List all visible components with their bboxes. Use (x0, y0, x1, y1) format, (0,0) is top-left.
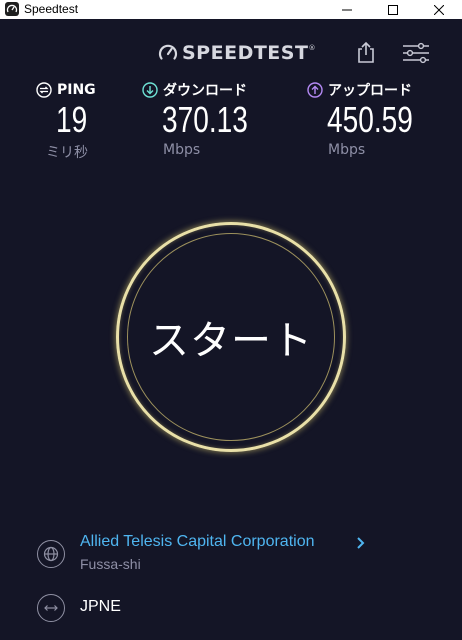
settings-button[interactable] (402, 42, 430, 64)
sliders-icon (403, 42, 429, 64)
download-unit: Mbps (163, 142, 201, 158)
gauge-logo-icon (158, 44, 178, 60)
ping-label: PING (57, 82, 96, 98)
upload-value: 450.59 (327, 99, 413, 140)
download-label: ダウンロード (163, 83, 247, 99)
upload-label: アップロード (328, 83, 412, 99)
server-switch-icon[interactable] (37, 594, 65, 622)
speedtest-logo: SPEEDTEST ® (158, 41, 315, 65)
logo-registered-mark: ® (308, 44, 316, 52)
ping-value: 19 (56, 99, 88, 140)
minimize-icon (342, 9, 352, 10)
upload-unit: Mbps (328, 142, 366, 158)
maximize-button[interactable] (370, 0, 416, 19)
isp-location: Fussa-shi (80, 556, 141, 572)
upload-arrow-icon (307, 82, 323, 98)
start-button[interactable]: スタート (116, 222, 346, 452)
chevron-right-icon[interactable] (356, 536, 366, 550)
window-titlebar: Speedtest (0, 0, 462, 19)
download-value: 370.13 (162, 99, 248, 140)
minimize-button[interactable] (324, 0, 370, 19)
logo-text: SPEEDTEST (182, 42, 309, 64)
close-icon (434, 4, 444, 15)
speedtest-app-icon (5, 2, 19, 16)
start-label: スタート (149, 318, 313, 364)
isp-name-link[interactable]: Allied Telesis Capital Corporation (80, 533, 315, 551)
maximize-icon (388, 4, 398, 15)
close-button[interactable] (416, 0, 462, 19)
window-title: Speedtest (24, 2, 79, 16)
ping-header: PING (36, 80, 96, 100)
ping-unit: ミリ秒 (46, 145, 88, 161)
download-metric: ダウンロード 370.13 Mbps (142, 80, 272, 158)
ping-icon (36, 82, 52, 98)
download-header: ダウンロード (142, 80, 272, 100)
download-arrow-icon (142, 82, 158, 98)
upload-header: アップロード (307, 80, 437, 100)
share-icon (358, 41, 374, 63)
upload-metric: アップロード 450.59 Mbps (307, 80, 437, 158)
globe-icon (37, 540, 65, 568)
host-name[interactable]: JPNE (80, 598, 121, 616)
share-button[interactable] (354, 40, 378, 64)
ping-metric: PING 19 ミリ秒 (36, 80, 96, 162)
